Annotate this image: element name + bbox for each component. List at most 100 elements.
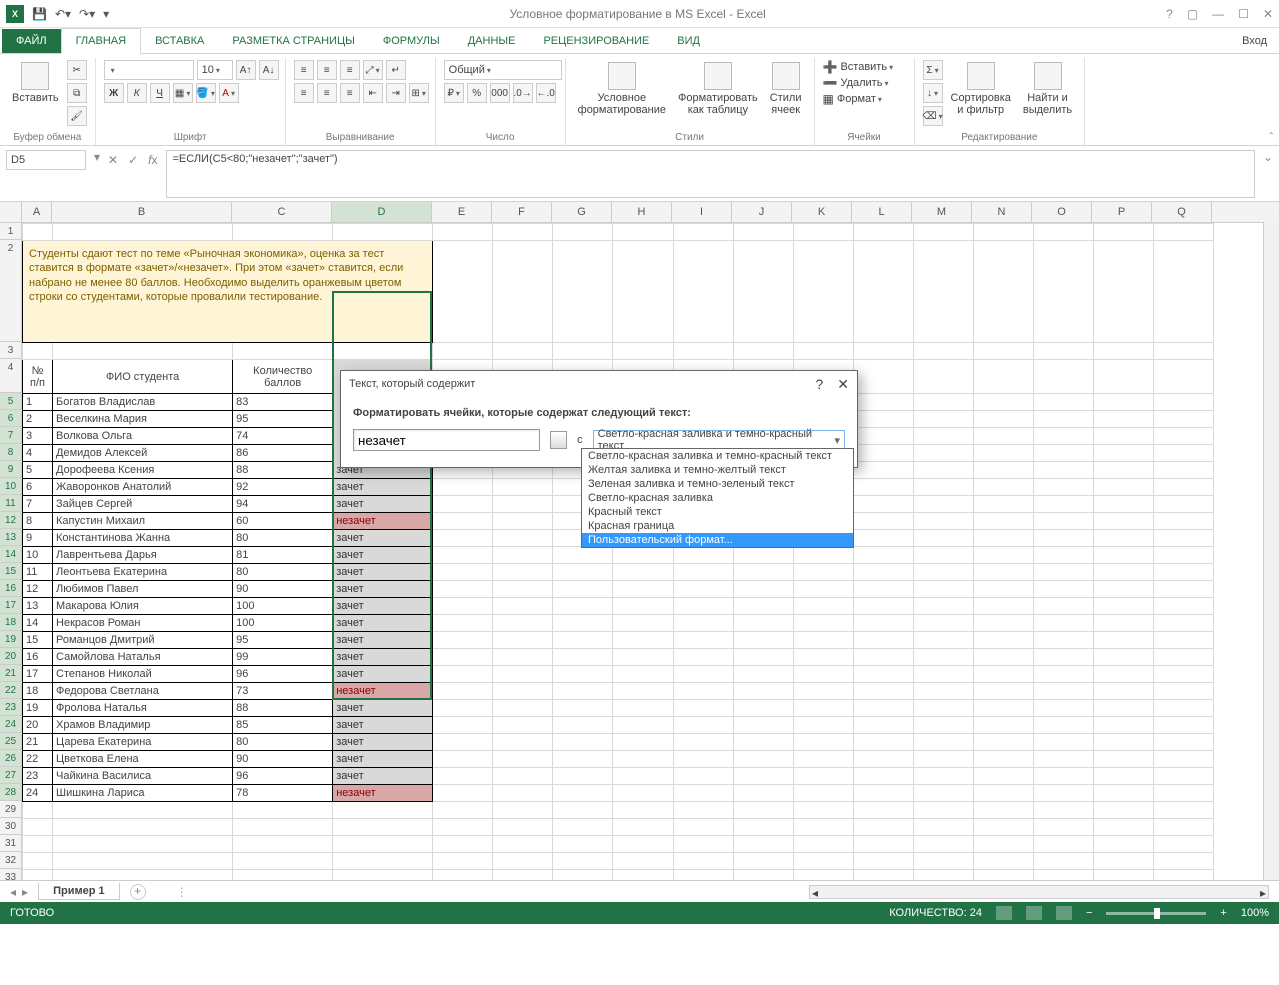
column-header[interactable]: K [792, 202, 852, 222]
tab-review[interactable]: РЕЦЕНЗИРОВАНИЕ [529, 29, 663, 53]
column-header[interactable]: J [732, 202, 792, 222]
row-header[interactable]: 12 [0, 512, 22, 529]
undo-icon[interactable]: ↶▾ [55, 7, 71, 21]
align-bottom-icon[interactable]: ≡ [340, 60, 360, 80]
sort-filter-button[interactable]: Сортировка и фильтр [947, 60, 1015, 118]
expand-formula-bar-icon[interactable]: ⌄ [1263, 150, 1273, 164]
row-header[interactable]: 13 [0, 529, 22, 546]
align-center-icon[interactable]: ≡ [317, 83, 337, 103]
tab-formulas[interactable]: ФОРМУЛЫ [369, 29, 454, 53]
cut-icon[interactable]: ✂ [67, 60, 87, 80]
column-header[interactable]: H [612, 202, 672, 222]
column-header[interactable]: L [852, 202, 912, 222]
paste-button[interactable]: Вставить [8, 60, 63, 106]
tab-data[interactable]: ДАННЫЕ [454, 29, 530, 53]
row-header[interactable]: 21 [0, 665, 22, 682]
clear-icon[interactable]: ⌫ [923, 106, 943, 126]
increase-decimal-icon[interactable]: .0→ [513, 83, 533, 103]
wrap-text-icon[interactable]: ↵ [386, 60, 406, 80]
row-header[interactable]: 22 [0, 682, 22, 699]
dropdown-option[interactable]: Красная граница [582, 519, 853, 533]
column-header[interactable]: A [22, 202, 52, 222]
row-header[interactable]: 18 [0, 614, 22, 631]
enter-formula-icon[interactable]: ✓ [128, 153, 138, 167]
column-header[interactable]: C [232, 202, 332, 222]
row-header[interactable]: 29 [0, 801, 22, 818]
column-header[interactable]: O [1032, 202, 1092, 222]
horizontal-scrollbar[interactable]: ◂▸ [809, 885, 1269, 899]
fx-icon[interactable]: fx [148, 153, 157, 167]
save-icon[interactable]: 💾 [32, 7, 47, 21]
row-header[interactable]: 5 [0, 393, 22, 410]
collapse-ribbon-icon[interactable]: ˆ [1270, 132, 1273, 143]
row-header[interactable]: 14 [0, 546, 22, 563]
column-header[interactable]: Q [1152, 202, 1212, 222]
format-painter-icon[interactable]: 🖌 [67, 106, 87, 126]
dialog-close-icon[interactable]: ✕ [837, 376, 849, 393]
sign-in-link[interactable]: Вход [1230, 29, 1279, 53]
dropdown-option[interactable]: Светло-красная заливка и темно-красный т… [582, 449, 853, 463]
tab-view[interactable]: ВИД [663, 29, 714, 53]
decrease-font-icon[interactable]: A↓ [259, 60, 279, 80]
dialog-titlebar[interactable]: Текст, который содержит ?✕ [341, 371, 857, 397]
maximize-icon[interactable]: ☐ [1238, 7, 1249, 21]
row-header[interactable]: 2 [0, 240, 22, 342]
row-header[interactable]: 16 [0, 580, 22, 597]
fill-color-icon[interactable]: 🪣 [196, 83, 216, 103]
dropdown-option[interactable]: Пользовательский формат... [582, 533, 853, 547]
increase-indent-icon[interactable]: ⇥ [386, 83, 406, 103]
font-color-icon[interactable]: A [219, 83, 239, 103]
column-header[interactable]: D [332, 202, 432, 222]
row-header[interactable]: 3 [0, 342, 22, 359]
minimize-icon[interactable]: — [1212, 7, 1224, 21]
zoom-slider[interactable] [1106, 912, 1206, 915]
normal-view-icon[interactable] [996, 906, 1012, 920]
align-middle-icon[interactable]: ≡ [317, 60, 337, 80]
increase-font-icon[interactable]: A↑ [236, 60, 256, 80]
new-sheet-icon[interactable]: + [130, 884, 146, 900]
cancel-formula-icon[interactable]: ✕ [108, 153, 118, 167]
comma-icon[interactable]: 000 [490, 83, 510, 103]
row-header[interactable]: 31 [0, 835, 22, 852]
dialog-format-combo[interactable]: Светло-красная заливка и темно-красный т… [593, 430, 845, 450]
column-header[interactable]: M [912, 202, 972, 222]
row-header[interactable]: 30 [0, 818, 22, 835]
insert-label[interactable]: Вставить [840, 61, 893, 73]
currency-icon[interactable]: ₽ [444, 83, 464, 103]
ribbon-display-icon[interactable]: ▢ [1187, 7, 1198, 21]
row-header[interactable]: 9 [0, 461, 22, 478]
font-family-combo[interactable] [104, 60, 194, 80]
row-header[interactable]: 1 [0, 223, 22, 240]
row-header[interactable]: 11 [0, 495, 22, 512]
file-tab[interactable]: ФАЙЛ [2, 29, 61, 53]
column-header[interactable]: F [492, 202, 552, 222]
row-header[interactable]: 32 [0, 852, 22, 869]
copy-icon[interactable]: ⧉ [67, 83, 87, 103]
select-all-corner[interactable] [0, 202, 22, 222]
row-header[interactable]: 23 [0, 699, 22, 716]
range-selector-icon[interactable] [550, 431, 567, 449]
row-header[interactable]: 10 [0, 478, 22, 495]
row-header[interactable]: 26 [0, 750, 22, 767]
dropdown-option[interactable]: Зеленая заливка и темно-зеленый текст [582, 477, 853, 491]
border-icon[interactable]: ▦ [173, 83, 193, 103]
dropdown-option[interactable]: Красный текст [582, 505, 853, 519]
dropdown-option[interactable]: Желтая заливка и темно-желтый текст [582, 463, 853, 477]
redo-icon[interactable]: ↷▾ [79, 7, 95, 21]
delete-cells-icon[interactable]: ➖ [823, 76, 838, 90]
format-as-table-button[interactable]: Форматировать как таблицу [674, 60, 762, 118]
row-header[interactable]: 8 [0, 444, 22, 461]
merge-icon[interactable]: ⊞ [409, 83, 429, 103]
dialog-text-input[interactable] [353, 429, 540, 451]
formula-bar[interactable]: =ЕСЛИ(C5<80;"незачет";"зачет") [166, 150, 1255, 198]
autosum-icon[interactable]: Σ [923, 60, 943, 80]
cells-table[interactable]: Студенты сдают тест по теме «Рыночная эк… [22, 223, 1214, 880]
insert-cells-icon[interactable]: ➕ [823, 60, 838, 74]
sheet-nav-prev-icon[interactable]: ◂ [10, 885, 16, 899]
find-select-button[interactable]: Найти и выделить [1019, 60, 1076, 118]
help-icon[interactable]: ? [1166, 7, 1173, 21]
tab-insert[interactable]: ВСТАВКА [141, 29, 218, 53]
dialog-help-icon[interactable]: ? [815, 376, 823, 393]
row-header[interactable]: 4 [0, 359, 22, 393]
align-left-icon[interactable]: ≡ [294, 83, 314, 103]
